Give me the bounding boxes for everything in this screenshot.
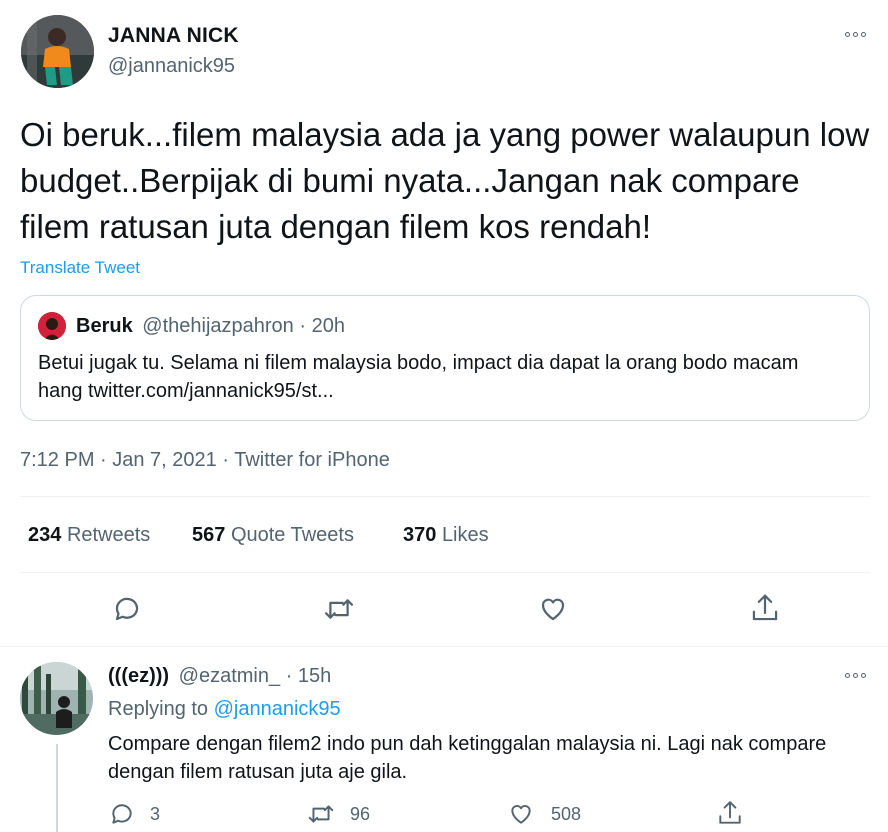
reply-author-name[interactable]: (((ez))) bbox=[108, 665, 169, 687]
retweet-icon[interactable] bbox=[307, 801, 335, 827]
replying-to-link[interactable]: @jannanick95 bbox=[214, 698, 341, 720]
like-icon[interactable] bbox=[538, 594, 568, 624]
quoted-tweet-text: Betui jugak tu. Selama ni filem malaysia… bbox=[38, 352, 799, 402]
reply-time[interactable]: 15h bbox=[298, 665, 331, 687]
share-icon[interactable] bbox=[750, 592, 780, 624]
retweets-count: 234 bbox=[28, 524, 62, 546]
translate-tweet-link[interactable]: Translate Tweet bbox=[20, 258, 140, 278]
reply-header: (((ez))) @ezatmin_ · 15h bbox=[108, 665, 331, 688]
likes-stat[interactable]: 370 Likes bbox=[403, 524, 489, 547]
retweet-icon[interactable] bbox=[323, 594, 355, 624]
quoted-author-avatar bbox=[38, 312, 66, 340]
divider bbox=[0, 646, 888, 647]
more-icon[interactable] bbox=[845, 32, 866, 37]
quotes-label: Quote Tweets bbox=[230, 524, 354, 546]
retweets-stat[interactable]: 234 Retweets bbox=[28, 524, 150, 547]
reply-icon[interactable] bbox=[112, 594, 142, 624]
quote-tweets-stat[interactable]: 567 Quote Tweets bbox=[192, 524, 354, 547]
share-icon[interactable] bbox=[717, 799, 743, 827]
reply-icon[interactable] bbox=[109, 801, 135, 827]
reply-author-avatar[interactable] bbox=[20, 662, 93, 735]
author-avatar[interactable] bbox=[21, 15, 94, 88]
quoted-time: 20h bbox=[311, 315, 345, 337]
divider bbox=[20, 496, 870, 497]
author-handle[interactable]: @jannanick95 bbox=[108, 55, 235, 78]
reply-more-icon[interactable] bbox=[845, 673, 866, 678]
tweet-timestamp[interactable]: 7:12 PM · Jan 7, 2021 · Twitter for iPho… bbox=[20, 449, 390, 472]
reply-separator: · bbox=[285, 665, 293, 687]
reply-author-handle[interactable]: @ezatmin_ bbox=[179, 665, 280, 687]
thread-line bbox=[56, 744, 58, 832]
replying-prefix: Replying to bbox=[108, 698, 209, 720]
quotes-count: 567 bbox=[192, 524, 226, 546]
avatar-photo bbox=[21, 15, 94, 88]
replying-to: Replying to @jannanick95 bbox=[108, 698, 341, 721]
quoted-separator: · bbox=[299, 315, 307, 337]
like-icon[interactable] bbox=[508, 801, 534, 827]
quoted-author-name: Beruk bbox=[76, 315, 133, 337]
author-name[interactable]: JANNA NICK bbox=[108, 24, 239, 48]
quoted-author-handle: @thehijazpahron bbox=[142, 315, 294, 337]
likes-count: 370 bbox=[403, 524, 437, 546]
reply-text: Compare dengan filem2 indo pun dah ketin… bbox=[108, 733, 827, 783]
divider bbox=[20, 572, 870, 573]
reply-like-count: 508 bbox=[551, 804, 582, 824]
retweets-label: Retweets bbox=[66, 524, 151, 546]
quoted-header: Beruk @thehijazpahron · 20h bbox=[76, 315, 345, 338]
reply-reply-count: 3 bbox=[150, 804, 161, 824]
likes-label: Likes bbox=[441, 524, 489, 546]
reply-retweet-count: 96 bbox=[350, 804, 371, 824]
tweet-text: Oi beruk...filem malaysia ada ja yang po… bbox=[20, 116, 870, 245]
